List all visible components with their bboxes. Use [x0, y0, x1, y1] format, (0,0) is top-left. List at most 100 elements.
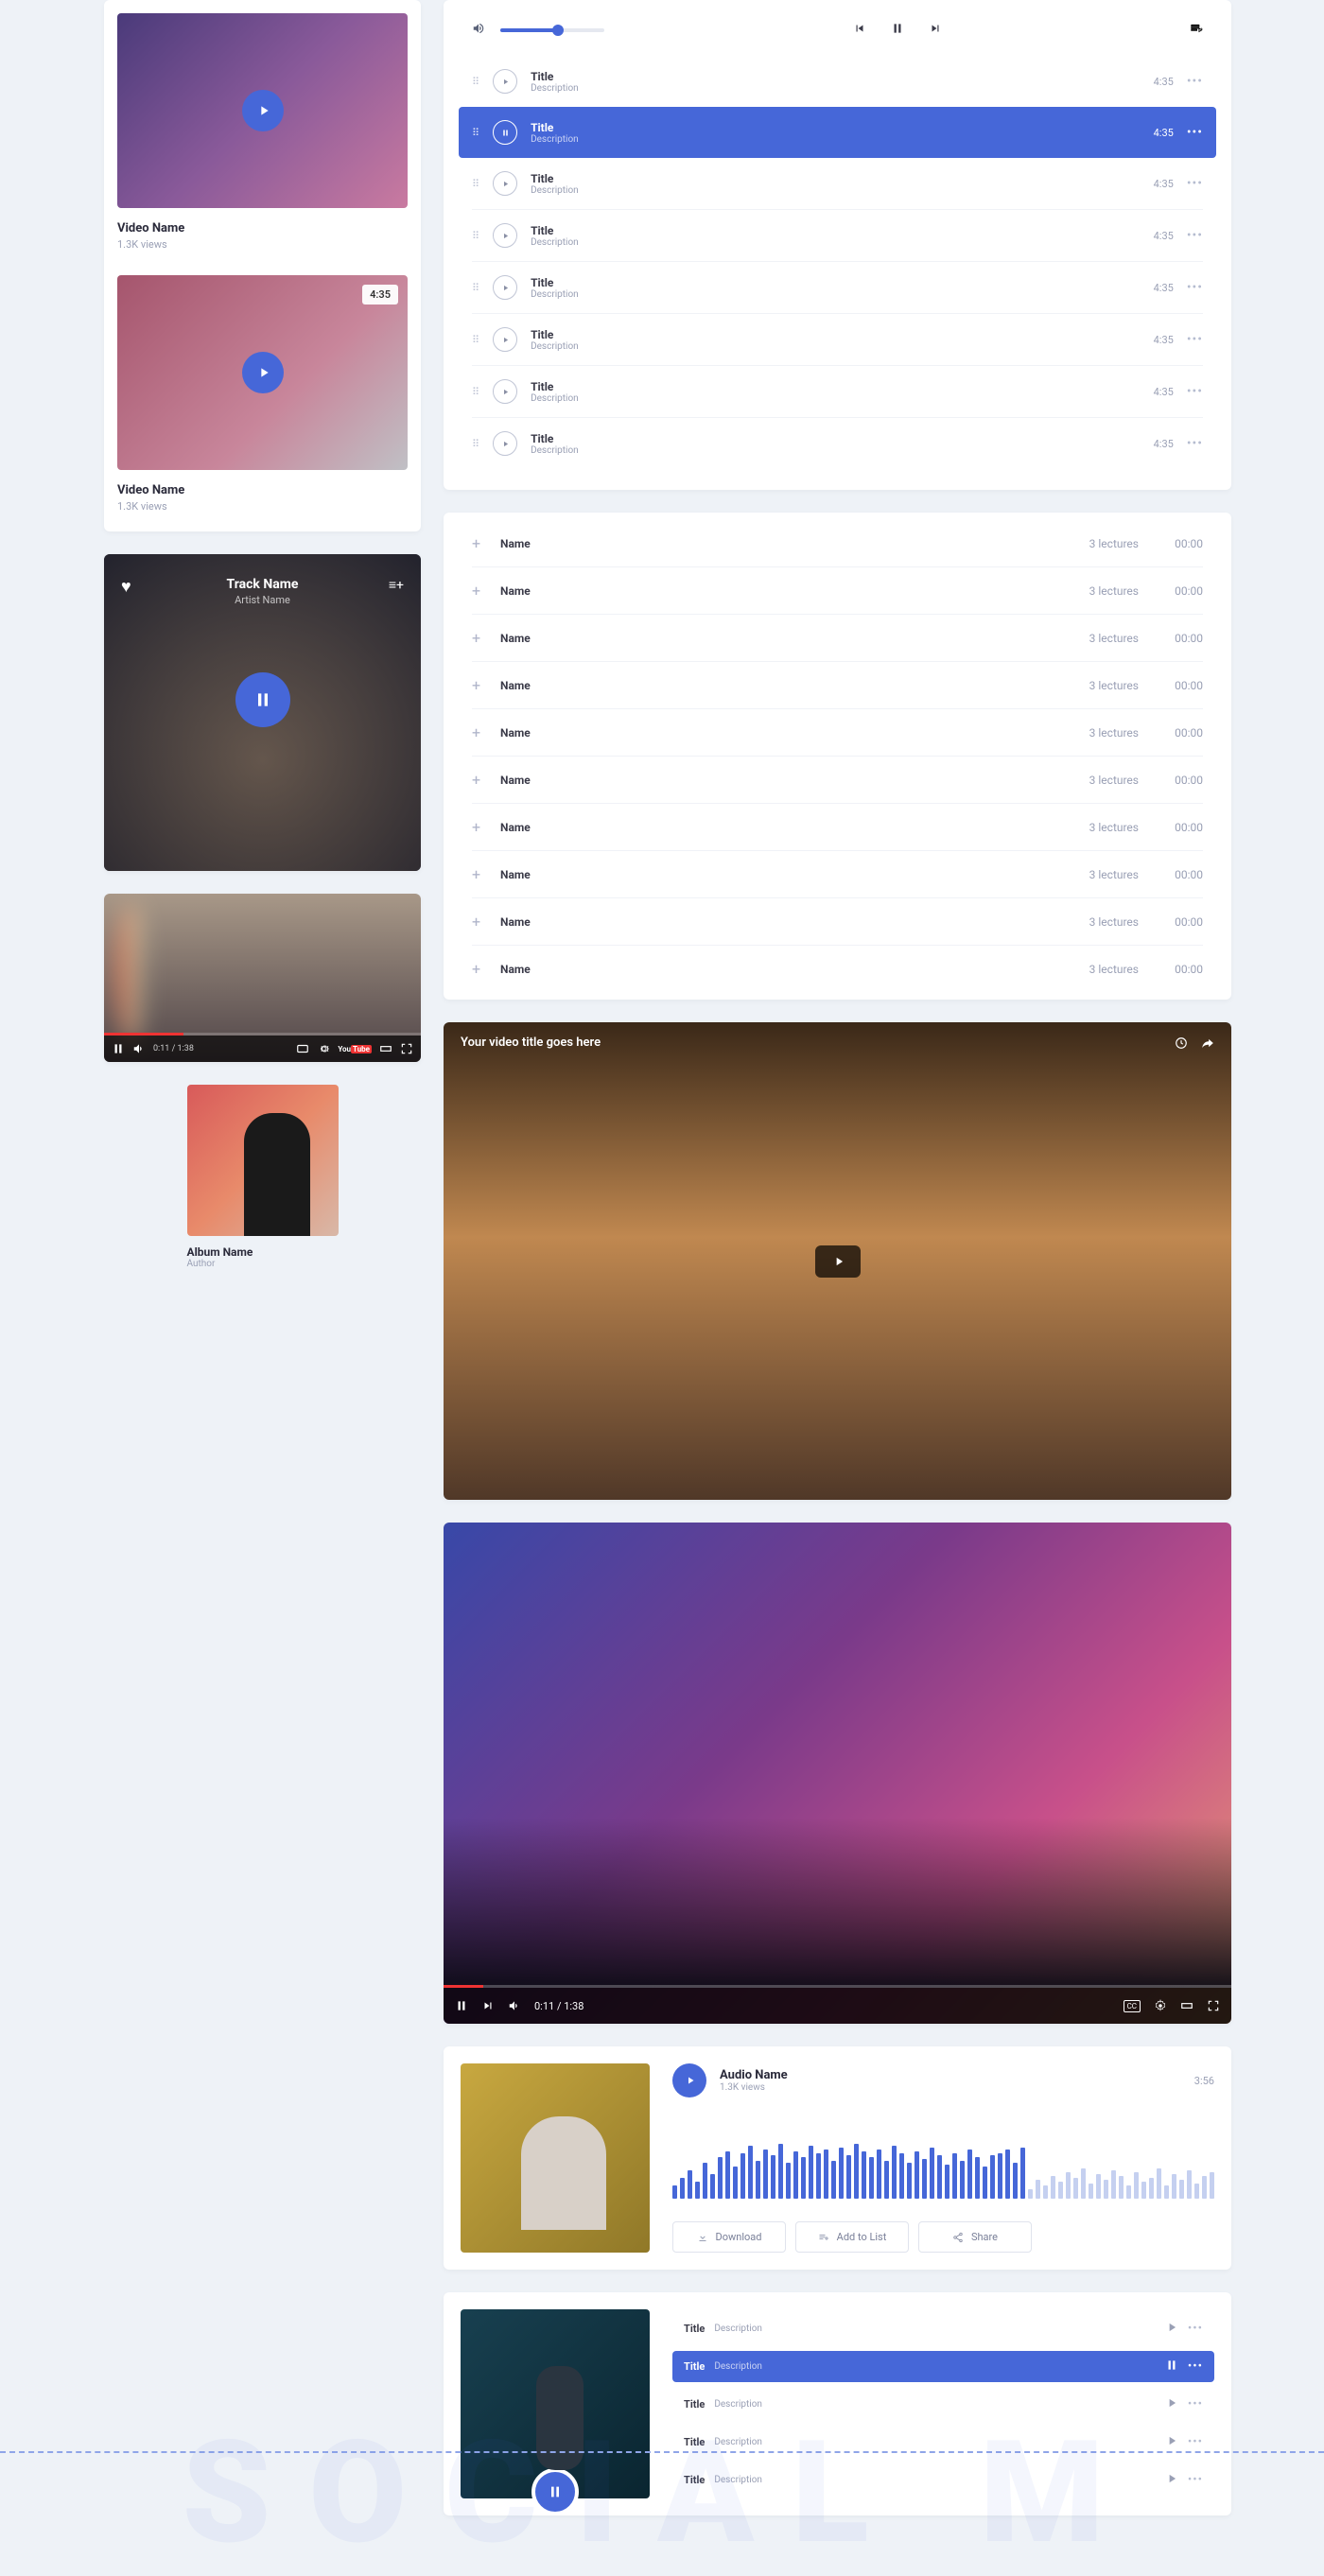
more-icon[interactable]: ••• [1188, 2397, 1203, 2411]
more-icon[interactable]: ••• [1187, 228, 1203, 243]
album-card[interactable]: Album Name Author [187, 1085, 339, 1269]
drag-handle-icon[interactable]: ⠿ [472, 386, 479, 398]
settings-icon[interactable] [317, 1042, 330, 1055]
play-icon[interactable] [1165, 2396, 1178, 2412]
lecture-row[interactable]: +Name3 lectures00:00 [472, 804, 1203, 851]
lecture-row[interactable]: +Name3 lectures00:00 [472, 615, 1203, 662]
play-button[interactable] [242, 352, 284, 393]
expand-icon[interactable]: + [472, 960, 483, 978]
pause-icon[interactable] [1165, 2358, 1178, 2375]
more-icon[interactable]: ••• [1188, 2322, 1203, 2336]
drag-handle-icon[interactable]: ⠿ [472, 76, 479, 88]
more-icon[interactable]: ••• [1187, 436, 1203, 451]
more-icon[interactable]: ••• [1187, 280, 1203, 295]
play-icon[interactable] [493, 171, 517, 196]
play-icon[interactable] [493, 69, 517, 94]
prev-icon[interactable] [853, 22, 866, 39]
queue-icon[interactable]: + [1190, 21, 1203, 39]
share-icon[interactable] [1201, 1036, 1214, 1053]
track-row[interactable]: ⠿TitleDescription4:35••• [472, 56, 1203, 107]
lecture-row[interactable]: +Name3 lectures00:00 [472, 757, 1203, 804]
fullscreen-icon[interactable] [1207, 1999, 1220, 2012]
playlist-row[interactable]: TitleDescription••• [672, 2351, 1214, 2382]
track-row[interactable]: ⠿TitleDescription4:35••• [472, 365, 1203, 417]
more-icon[interactable]: ••• [1187, 332, 1203, 347]
expand-icon[interactable]: + [472, 771, 483, 789]
play-icon[interactable] [493, 223, 517, 248]
add-to-list-button[interactable]: Add to List [795, 2221, 909, 2253]
track-row[interactable]: ⠿TitleDescription4:35••• [472, 209, 1203, 261]
add-to-queue-icon[interactable]: ≡+ [389, 577, 404, 593]
volume-icon[interactable] [132, 1042, 146, 1055]
youtube-logo-icon[interactable]: YouTube [338, 1045, 372, 1053]
more-icon[interactable]: ••• [1187, 125, 1203, 140]
fullscreen-icon[interactable] [400, 1042, 413, 1055]
track-row[interactable]: ⠿TitleDescription4:35••• [459, 107, 1216, 158]
expand-icon[interactable]: + [472, 723, 483, 741]
playlist-row[interactable]: TitleDescription••• [672, 2313, 1214, 2344]
play-icon[interactable] [1165, 2321, 1178, 2337]
play-icon[interactable] [493, 431, 517, 456]
play-button[interactable] [815, 1245, 861, 1278]
pause-icon[interactable] [891, 22, 904, 39]
album-thumbnail[interactable] [187, 1085, 339, 1236]
next-icon[interactable] [929, 22, 942, 39]
track-row[interactable]: ⠿TitleDescription4:35••• [472, 158, 1203, 209]
expand-icon[interactable]: + [472, 534, 483, 552]
pause-icon[interactable] [493, 120, 517, 145]
mini-video-player[interactable]: 0:11 / 1:38 YouTube [104, 894, 421, 1062]
more-icon[interactable]: ••• [1188, 2359, 1203, 2374]
lecture-row[interactable]: +Name3 lectures00:00 [472, 567, 1203, 615]
track-row[interactable]: ⠿TitleDescription4:35••• [472, 313, 1203, 365]
cc-icon[interactable]: CC [1124, 2000, 1141, 2012]
expand-icon[interactable]: + [472, 818, 483, 836]
large-video-player[interactable]: Your video title goes here [444, 1022, 1231, 1500]
more-icon[interactable]: ••• [1188, 2435, 1203, 2449]
expand-icon[interactable]: + [472, 676, 483, 694]
heart-icon[interactable]: ♥ [121, 577, 131, 597]
more-icon[interactable]: ••• [1187, 384, 1203, 399]
lecture-row[interactable]: +Name3 lectures00:00 [472, 662, 1203, 709]
drag-handle-icon[interactable]: ⠿ [472, 178, 479, 190]
share-button[interactable]: Share [918, 2221, 1032, 2253]
expand-icon[interactable]: + [472, 865, 483, 883]
expand-icon[interactable]: + [472, 582, 483, 600]
next-icon[interactable] [481, 1999, 495, 2012]
play-icon[interactable] [1165, 2434, 1178, 2450]
watch-later-icon[interactable] [1175, 1036, 1188, 1053]
drag-handle-icon[interactable]: ⠿ [472, 127, 479, 139]
youtube-player[interactable]: 0:11 / 1:38 CC [444, 1523, 1231, 2024]
drag-handle-icon[interactable]: ⠿ [472, 334, 479, 346]
track-row[interactable]: ⠿TitleDescription4:35••• [472, 261, 1203, 313]
more-icon[interactable]: ••• [1187, 74, 1203, 89]
expand-icon[interactable]: + [472, 913, 483, 931]
lecture-row[interactable]: +Name3 lectures00:00 [472, 946, 1203, 992]
pause-icon[interactable] [112, 1042, 125, 1055]
play-icon[interactable] [493, 379, 517, 404]
lecture-row[interactable]: +Name3 lectures00:00 [472, 898, 1203, 946]
settings-icon[interactable] [1154, 1999, 1167, 2012]
download-button[interactable]: Download [672, 2221, 786, 2253]
expand-icon[interactable]: + [472, 629, 483, 647]
drag-handle-icon[interactable]: ⠿ [472, 438, 479, 450]
play-button[interactable] [242, 90, 284, 131]
track-row[interactable]: ⠿TitleDescription4:35••• [472, 417, 1203, 469]
play-icon[interactable] [1165, 2472, 1178, 2488]
volume-icon[interactable] [508, 1999, 521, 2012]
drag-handle-icon[interactable]: ⠿ [472, 230, 479, 242]
more-icon[interactable]: ••• [1187, 176, 1203, 191]
drag-handle-icon[interactable]: ⠿ [472, 282, 479, 294]
cc-icon[interactable] [296, 1042, 309, 1055]
play-button[interactable] [672, 2063, 706, 2097]
pause-icon[interactable] [455, 1999, 468, 2012]
volume-slider[interactable] [500, 28, 604, 32]
lecture-row[interactable]: +Name3 lectures00:00 [472, 520, 1203, 567]
video-thumbnail[interactable] [117, 13, 408, 208]
lecture-row[interactable]: +Name3 lectures00:00 [472, 709, 1203, 757]
pause-button[interactable] [235, 672, 290, 727]
play-icon[interactable] [493, 327, 517, 352]
waveform[interactable] [672, 2120, 1214, 2199]
lecture-row[interactable]: +Name3 lectures00:00 [472, 851, 1203, 898]
theater-icon[interactable] [1180, 1999, 1193, 2012]
more-icon[interactable]: ••• [1188, 2473, 1203, 2487]
